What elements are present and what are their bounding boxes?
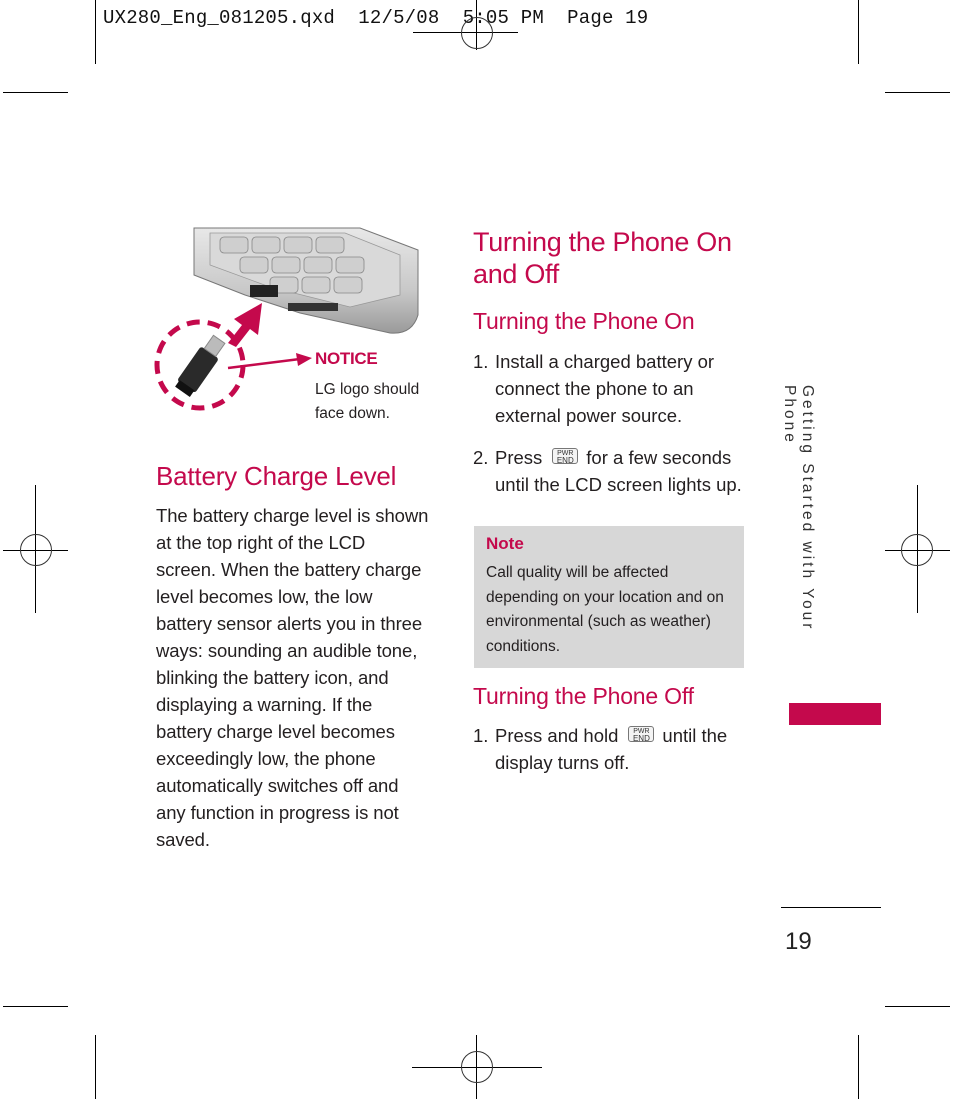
section-sidebar-title: Getting Started with Your Phone (781, 385, 816, 632)
step-line: Install a charged battery or (495, 351, 715, 372)
pwr-end-key-icon: PWR END (552, 448, 579, 465)
step-number: 1. (473, 725, 489, 746)
step-text-before: Press and hold (495, 725, 619, 746)
battery-line: level becomes low, the low (156, 586, 373, 607)
step-line: Press and hold PWR END until the (495, 722, 765, 749)
battery-line: blinking the battery icon, and (156, 667, 389, 688)
battery-line: displaying a warning. If the (156, 694, 373, 715)
battery-line: battery charge level becomes (156, 721, 395, 742)
usb-connector (175, 334, 226, 397)
step-text-after: until the (662, 725, 728, 746)
battery-line: ways: sounding an audible tone, (156, 640, 418, 661)
note-title: Note (486, 534, 524, 553)
slug-file: UX280_Eng_081205.qxd (103, 7, 336, 29)
heading-line: Turning the Phone On (473, 227, 732, 257)
notice-pointer-arrow (227, 357, 301, 370)
battery-body: The battery charge level is shown at the… (156, 502, 446, 853)
notice-title: NOTICE (315, 349, 378, 368)
note-box: Note Call quality will be affected depen… (474, 526, 744, 668)
page-number: 19 (785, 928, 812, 955)
turning-on-heading: Turning the Phone On (473, 308, 695, 334)
step-text-before: Press (495, 447, 543, 468)
step-line: until the LCD screen lights up. (495, 474, 742, 495)
step-number: 2. (473, 447, 489, 468)
page-number-rule (781, 907, 881, 908)
battery-line: saved. (156, 829, 210, 850)
battery-line: battery sensor alerts you in three (156, 613, 423, 634)
step-line: external power source. (495, 405, 683, 426)
print-slug: UX280_Eng_081205.qxd 12/5/08 5:05 PM Pag… (103, 7, 648, 29)
step-text: Press PWR END for a few seconds until the L… (495, 444, 765, 498)
step-text-after: for a few seconds (586, 447, 732, 468)
pwr-end-key-icon: PWR END (628, 726, 655, 743)
section-tab-marker (789, 703, 881, 725)
slug-date: 12/5/08 (358, 7, 440, 29)
notice-text: LG logo should face down. (315, 381, 420, 422)
note-line: environmental (such as weather) (486, 613, 711, 630)
step-text: Install a charged battery or connect the… (495, 348, 755, 429)
phone-image (193, 227, 419, 334)
battery-line: automatically switches off and (156, 775, 399, 796)
battery-line: The battery charge level is shown (156, 505, 429, 526)
note-line: depending on your location and on (486, 588, 724, 606)
step-line: connect the phone to an (495, 378, 694, 399)
note-body: Call quality will be affected depending … (486, 561, 741, 659)
slug-page: Page 19 (567, 7, 649, 29)
step-number: 1. (473, 351, 489, 372)
step-line: Press PWR END for a few seconds (495, 444, 765, 471)
battery-line: screen. When the battery charge (156, 559, 422, 580)
step-line: display turns off. (495, 752, 630, 773)
turning-main-heading: Turning the Phone On and Off (473, 226, 732, 290)
turning-off-heading: Turning the Phone Off (473, 683, 694, 709)
step-text: Press and hold PWR END until the display tu… (495, 722, 765, 776)
note-line: Call quality will be affected (486, 564, 669, 581)
heading-line: and Off (473, 259, 559, 289)
battery-line: any function in progress is not (156, 802, 399, 823)
battery-heading: Battery Charge Level (156, 461, 397, 491)
battery-line: at the top right of the LCD (156, 532, 366, 553)
note-line: conditions. (486, 637, 561, 655)
battery-line: exceedingly low, the phone (156, 748, 376, 769)
